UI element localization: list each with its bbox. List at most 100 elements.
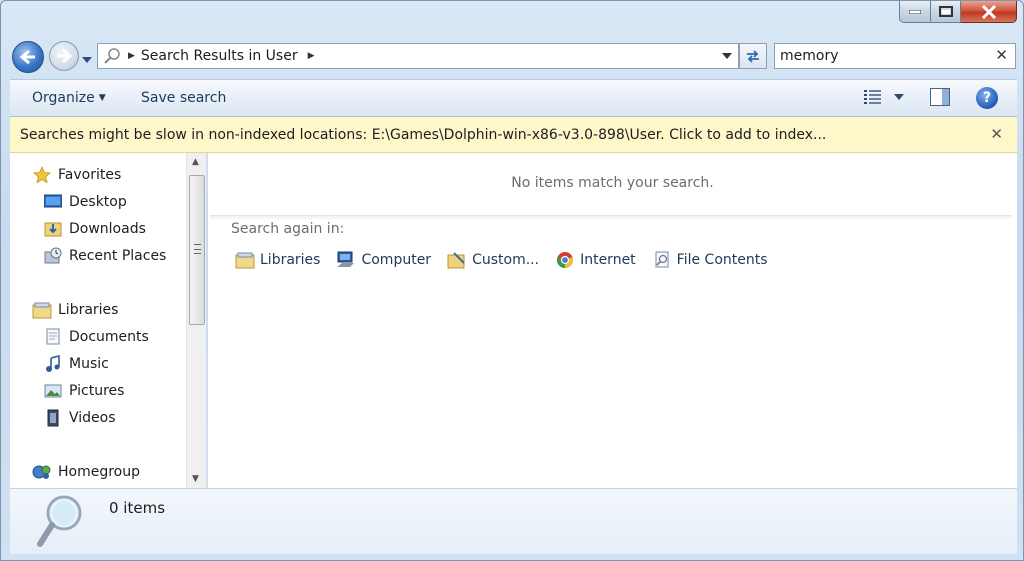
change-view-button[interactable] — [864, 89, 904, 105]
custom-folder-icon — [447, 250, 467, 270]
internet-icon — [555, 250, 575, 270]
refresh-icon — [747, 50, 759, 63]
organize-label: Organize — [32, 90, 95, 106]
chevron-down-icon — [82, 57, 92, 63]
sidebar-item-videos[interactable]: Videos — [43, 408, 116, 428]
sidebar-item-recent-places[interactable]: Recent Places — [43, 246, 166, 266]
forward-button[interactable] — [49, 41, 79, 71]
recent-places-icon — [43, 246, 63, 266]
address-dropdown-icon[interactable] — [722, 53, 732, 59]
clear-search-icon[interactable]: ✕ — [995, 46, 1008, 64]
details-view-icon — [864, 90, 881, 104]
computer-icon — [336, 250, 356, 270]
search-again-label: Search again in: — [231, 221, 345, 237]
grip-icon — [194, 244, 201, 254]
sidebar-item-label: Recent Places — [69, 248, 167, 264]
chevron-down-icon[interactable] — [894, 94, 904, 100]
sidebar-item-libraries[interactable]: Libraries — [32, 300, 118, 320]
file-contents-icon — [652, 250, 672, 270]
command-bar: Organize ▼ Save search ? — [10, 79, 1017, 117]
sidebar-item-downloads[interactable]: Downloads — [43, 219, 146, 239]
sidebar-item-label: Downloads — [69, 221, 146, 237]
navigation-pane: Favorites Desktop Downloads Recent Place… — [10, 153, 207, 488]
libraries-icon — [235, 250, 255, 270]
location-label: Computer — [361, 252, 432, 268]
preview-pane-button[interactable] — [930, 88, 950, 110]
search-again-libraries[interactable]: Libraries — [235, 250, 320, 270]
breadcrumb-search-results[interactable]: Search Results in User — [141, 48, 298, 64]
back-button[interactable] — [12, 41, 44, 73]
sidebar-item-label: Videos — [69, 410, 116, 426]
music-icon — [43, 354, 63, 374]
search-again-file-contents[interactable]: File Contents — [652, 250, 768, 270]
sidebar-item-label: Music — [69, 356, 109, 372]
refresh-button[interactable] — [739, 43, 767, 69]
help-button[interactable]: ? — [976, 87, 998, 109]
location-label: Custom... — [472, 252, 540, 268]
info-bar[interactable]: Searches might be slow in non-indexed lo… — [10, 117, 1017, 153]
search-again-computer[interactable]: Computer — [336, 250, 431, 270]
minimize-button[interactable] — [899, 1, 931, 23]
pictures-icon — [43, 381, 63, 401]
divider — [210, 215, 1012, 219]
breadcrumb-separator-icon[interactable]: ▶ — [308, 51, 315, 61]
scroll-up-icon[interactable]: ▲ — [192, 157, 199, 167]
homegroup-icon — [32, 462, 52, 482]
save-search-label: Save search — [141, 90, 227, 106]
location-label: Libraries — [260, 252, 321, 268]
caption-buttons — [899, 1, 1017, 25]
search-icon — [104, 48, 120, 64]
magnifying-glass-icon — [37, 495, 82, 547]
search-again-internet[interactable]: Internet — [555, 250, 636, 270]
close-icon[interactable]: ✕ — [990, 125, 1003, 143]
close-icon — [981, 4, 996, 19]
info-bar-message[interactable]: Searches might be slow in non-indexed lo… — [20, 127, 826, 143]
location-label: File Contents — [676, 252, 768, 268]
save-search-button[interactable]: Save search — [141, 90, 226, 106]
minimize-icon — [909, 9, 921, 14]
sidebar-item-music[interactable]: Music — [43, 354, 109, 374]
scroll-thumb[interactable] — [189, 175, 205, 325]
sidebar-item-label: Pictures — [69, 383, 125, 399]
downloads-folder-icon — [43, 219, 63, 239]
search-input[interactable] — [780, 48, 980, 64]
results-pane: No items match your search. Search again… — [208, 153, 1017, 488]
empty-results-message: No items match your search. — [511, 175, 714, 191]
scroll-down-icon[interactable]: ▼ — [192, 474, 199, 484]
breadcrumb-separator-icon[interactable]: ▶ — [128, 51, 135, 61]
search-box[interactable]: ✕ — [774, 43, 1016, 69]
forward-arrow-icon — [57, 48, 73, 64]
sidebar-item-label: Favorites — [58, 167, 122, 183]
sidebar-item-documents[interactable]: Documents — [43, 327, 149, 347]
sidebar-item-label: Desktop — [69, 194, 127, 210]
recent-pages-dropdown[interactable] — [82, 51, 92, 67]
sidebar-item-favorites[interactable]: Favorites — [32, 165, 121, 185]
desktop-icon — [43, 192, 63, 212]
documents-icon — [43, 327, 63, 347]
navigation-scrollbar[interactable]: ▲ ▼ — [186, 153, 206, 488]
details-pane: 0 items — [10, 488, 1017, 554]
sidebar-item-label: Documents — [69, 329, 149, 345]
item-count: 0 items — [109, 499, 166, 517]
sidebar-item-label: Homegroup — [58, 464, 141, 480]
sidebar-item-homegroup[interactable]: Homegroup — [32, 462, 140, 482]
location-label: Internet — [580, 252, 636, 268]
star-icon — [32, 165, 52, 185]
chevron-down-icon: ▼ — [98, 93, 106, 103]
videos-icon — [43, 408, 63, 428]
window-frame: ▶ Search Results in User ▶ ✕ Organize▼ S… — [0, 0, 1024, 561]
close-button[interactable] — [961, 1, 1017, 23]
libraries-icon — [32, 300, 52, 320]
preview-pane-icon — [930, 88, 950, 106]
sidebar-item-label: Libraries — [58, 302, 119, 318]
maximize-button[interactable] — [931, 1, 961, 23]
sidebar-item-pictures[interactable]: Pictures — [43, 381, 124, 401]
help-icon: ? — [982, 90, 992, 106]
back-arrow-icon — [19, 49, 35, 65]
address-bar[interactable]: ▶ Search Results in User ▶ — [97, 43, 739, 69]
maximize-icon — [938, 6, 953, 17]
search-again-custom[interactable]: Custom... — [447, 250, 539, 270]
organize-button[interactable]: Organize ▼ — [32, 90, 106, 106]
search-locations: Libraries Computer Custom... Internet Fi… — [235, 250, 784, 270]
sidebar-item-desktop[interactable]: Desktop — [43, 192, 127, 212]
